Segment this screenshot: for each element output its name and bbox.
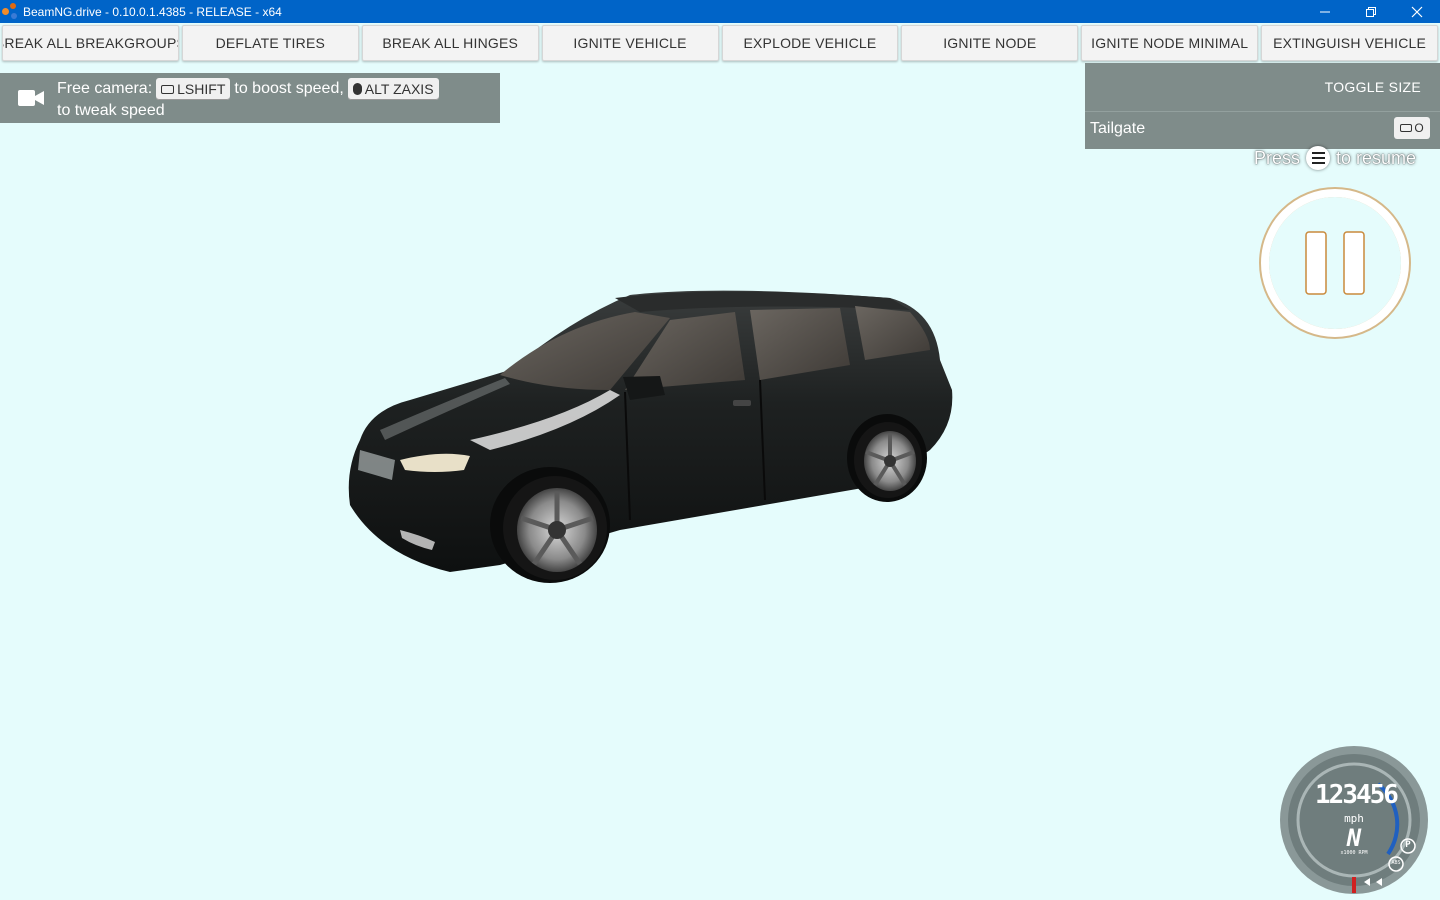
camera-hint-prefix: Free camera: (57, 80, 153, 97)
extinguish-vehicle-button[interactable]: EXTINGUISH VEHICLE (1261, 25, 1438, 61)
camera-hint-mid: to boost speed, (234, 80, 344, 97)
current-gear: N (1346, 824, 1362, 852)
rpm-label: x1000 RPM (1340, 850, 1368, 856)
video-camera-icon (18, 90, 44, 106)
abs-indicator: ABS (1391, 860, 1401, 866)
minimize-icon (1320, 11, 1330, 12)
explode-vehicle-button[interactable]: EXPLODE VEHICLE (721, 25, 899, 61)
lshift-key-badge: LSHIFT (156, 78, 231, 100)
close-icon (1411, 6, 1423, 17)
resume-hint: Press to resume (1254, 144, 1424, 172)
camera-hint-line2: to tweak speed (57, 102, 165, 119)
tailgate-key-label: O (1414, 121, 1424, 135)
ignite-vehicle-button[interactable]: IGNITE VEHICLE (541, 25, 719, 61)
restore-icon (1366, 6, 1376, 17)
deflate-tires-button[interactable]: DEFLATE TIRES (181, 25, 359, 61)
resume-press-text: Press (1254, 147, 1301, 168)
park-indicator: P (1405, 840, 1411, 850)
lshift-key-label: LSHIFT (177, 81, 226, 97)
mouse-icon (352, 83, 362, 95)
speedometer-gauge: 123456 mph N x1000 RPM P ABS (1278, 744, 1430, 896)
keyboard-icon (161, 84, 175, 94)
ignite-node-minimal-button[interactable]: IGNITE NODE MINIMAL (1081, 25, 1259, 61)
restore-button[interactable] (1348, 0, 1394, 23)
vehicle-actions-toolbar: BREAK ALL BREAKGROUPS DEFLATE TIRES BREA… (0, 23, 1440, 63)
window-titlebar: BeamNG.drive - 0.10.0.1.4385 - RELEASE -… (0, 0, 1440, 23)
alt-zaxis-key-badge: ALT ZAXIS (347, 78, 439, 100)
free-camera-hint: Free camera: LSHIFT to boost speed, ALT … (0, 73, 500, 123)
ignite-node-button[interactable]: IGNITE NODE (901, 25, 1079, 61)
vehicle-minivan (348, 290, 953, 583)
break-all-breakgroups-button[interactable]: BREAK ALL BREAKGROUPS (2, 25, 179, 61)
minimize-button[interactable] (1302, 0, 1348, 23)
resume-after-text: to resume (1336, 147, 1417, 168)
vehicle-parts-panel: TOGGLE SIZE Tailgate O (1085, 63, 1440, 149)
tailgate-key-badge: O (1394, 117, 1430, 139)
tailgate-item[interactable]: Tailgate (1090, 120, 1145, 138)
beamng-logo-icon (2, 2, 20, 21)
menu-button-icon (1306, 146, 1331, 170)
close-button[interactable] (1394, 0, 1440, 23)
alt-zaxis-key-label: ALT ZAXIS (364, 81, 434, 97)
panel-divider (1085, 111, 1440, 112)
toggle-size-button[interactable]: TOGGLE SIZE (1325, 79, 1421, 95)
break-all-hinges-button[interactable]: BREAK ALL HINGES (361, 25, 539, 61)
keyboard-icon (1400, 124, 1413, 132)
window-title: BeamNG.drive - 0.10.0.1.4385 - RELEASE -… (23, 4, 282, 19)
pause-icon[interactable] (1256, 184, 1414, 342)
gear-list: 123456 (1315, 780, 1399, 810)
